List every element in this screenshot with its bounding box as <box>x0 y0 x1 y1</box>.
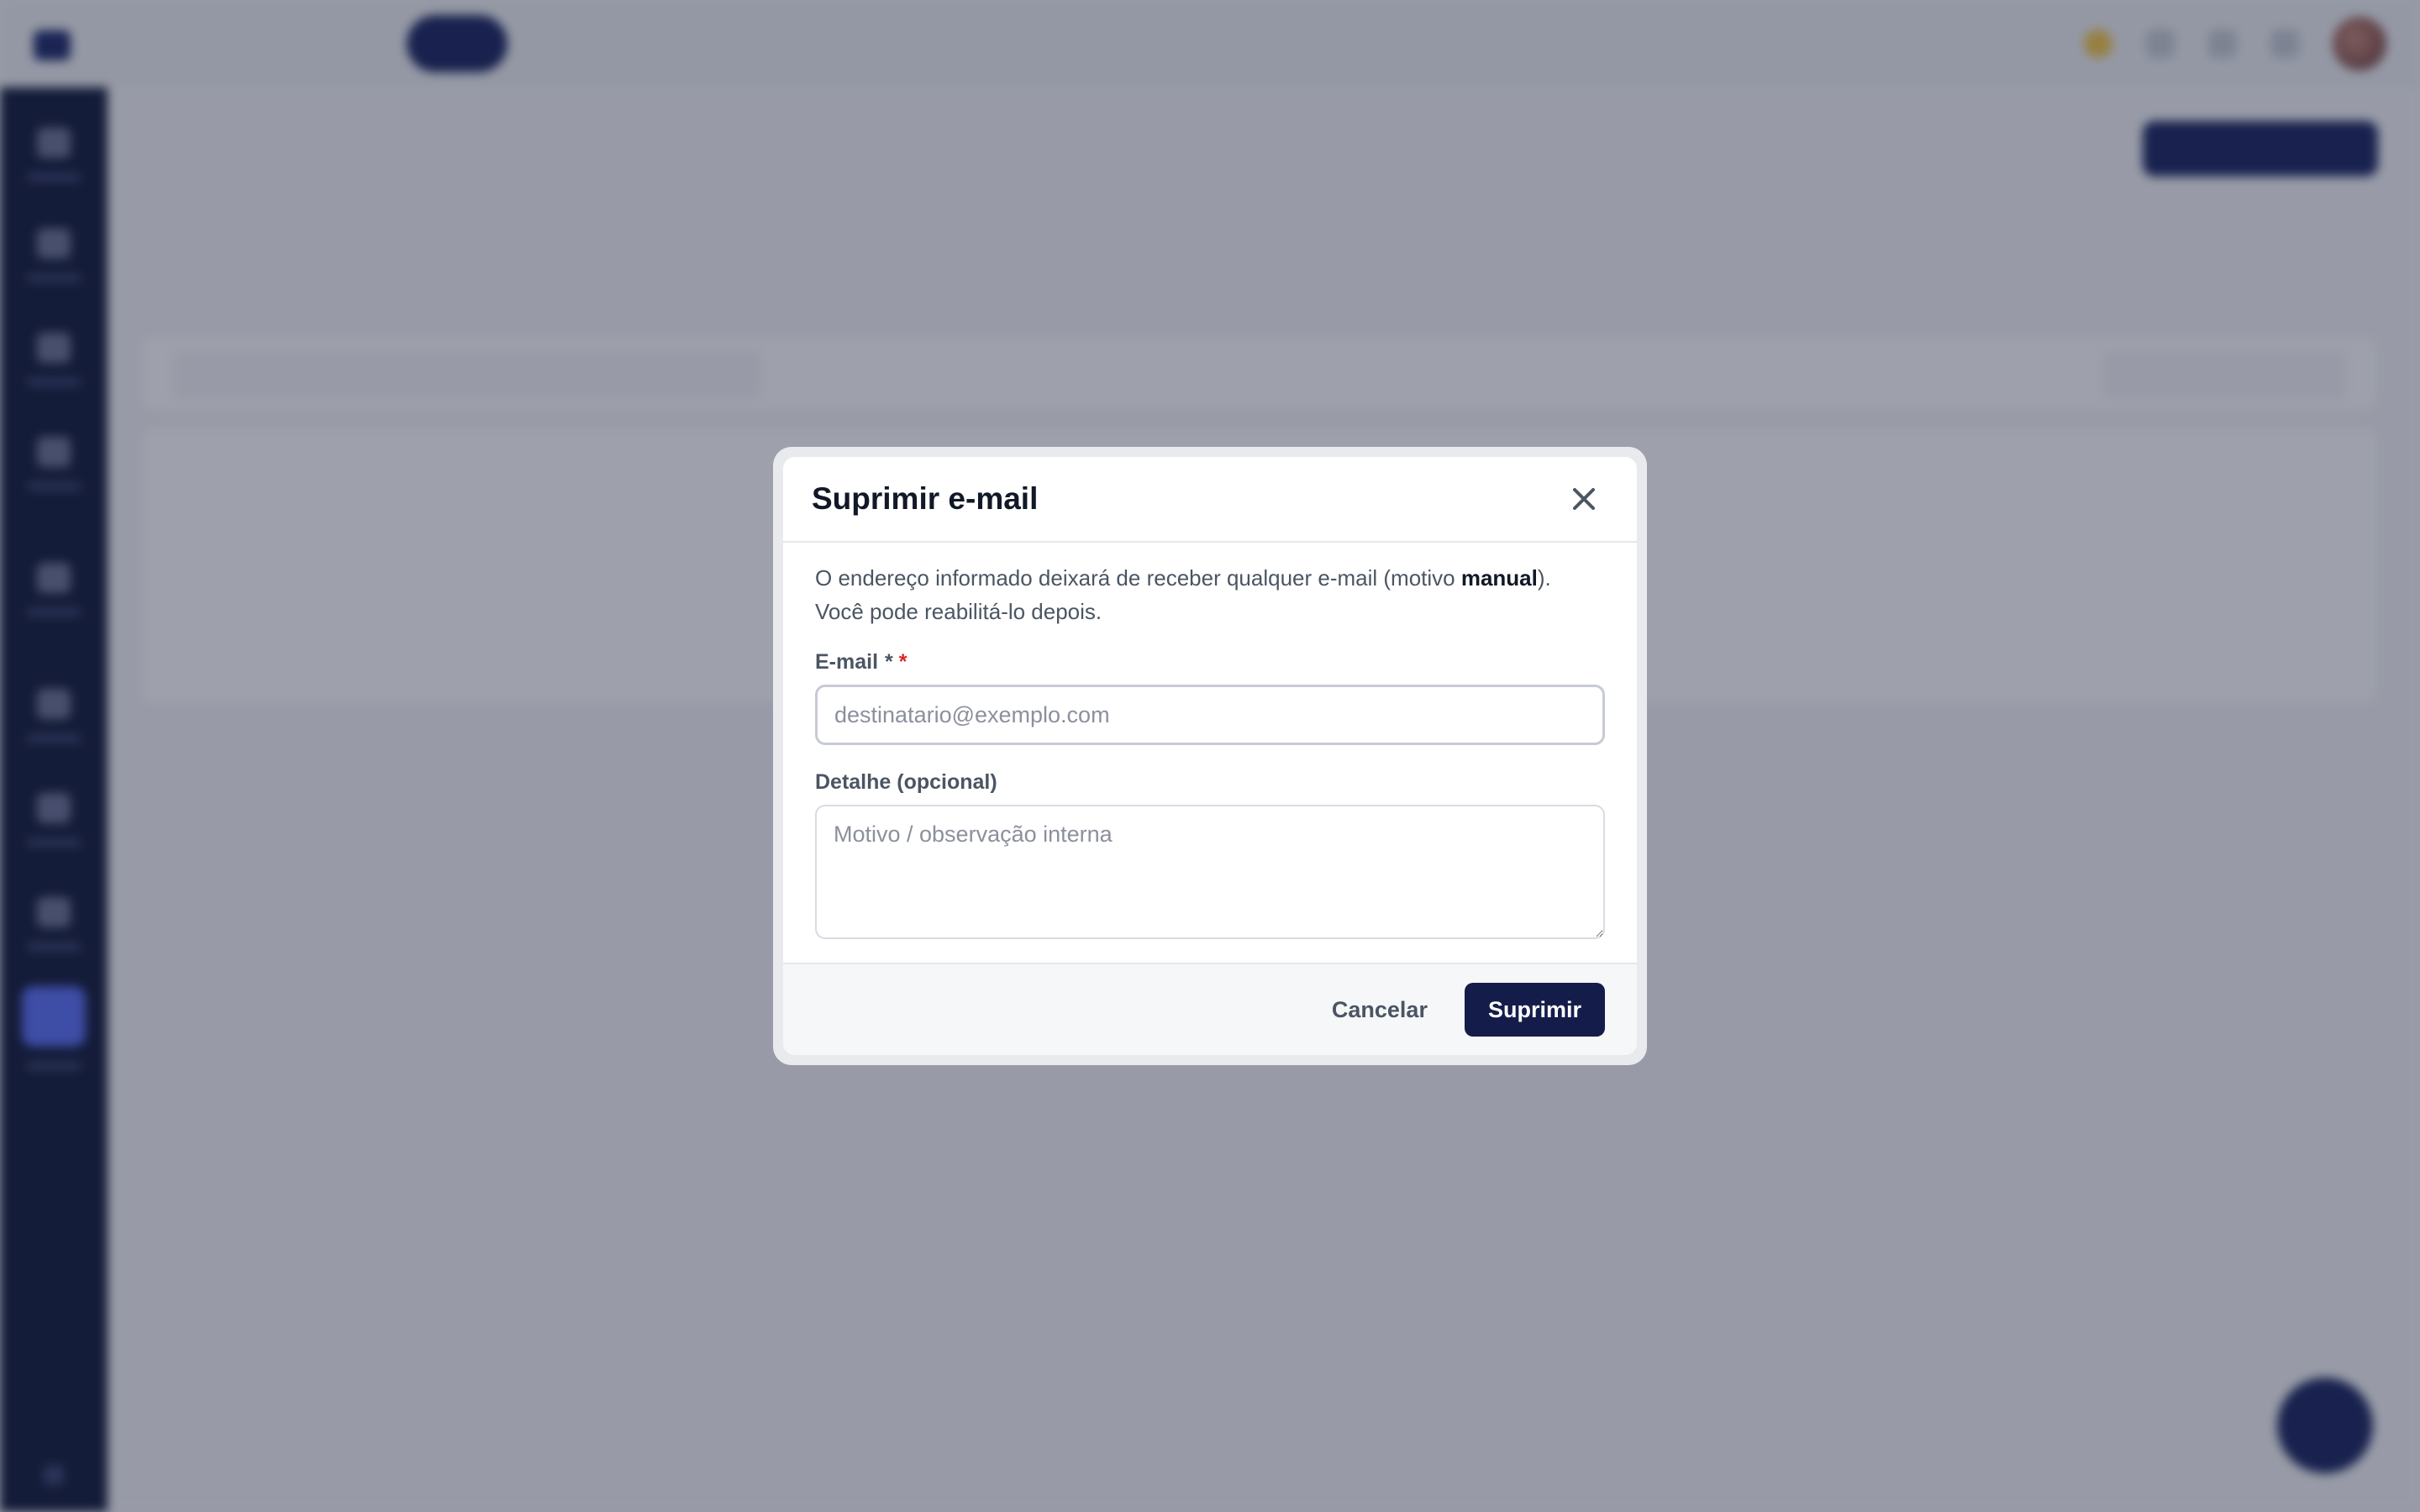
reason-text: manual <box>1460 565 1538 591</box>
suppress-button[interactable]: Suprimir <box>1464 983 1605 1037</box>
modal-frame: Suprimir e-mail O endereço informado dei… <box>773 447 1647 1065</box>
email-input[interactable] <box>815 685 1605 745</box>
modal-description: O endereço informado deixará de receber … <box>815 565 1551 624</box>
required-mark-red: * <box>898 650 908 674</box>
modal-title: Suprimir e-mail <box>812 481 1039 516</box>
close-icon <box>1573 488 1595 510</box>
required-mark: * <box>885 650 893 674</box>
suppress-email-dialog: Suprimir e-mail O endereço informado dei… <box>783 457 1637 1055</box>
detail-label: Detalhe (opcional) <box>815 770 997 794</box>
email-label: E-mail * * <box>815 650 908 674</box>
cancel-button[interactable]: Cancelar <box>1332 997 1428 1023</box>
modal-body: O endereço informado deixará de receber … <box>783 543 1637 943</box>
close-button[interactable] <box>1561 476 1607 522</box>
detail-textarea[interactable] <box>815 805 1605 939</box>
modal-header: Suprimir e-mail <box>783 457 1637 543</box>
modal-footer: Cancelar Suprimir <box>783 963 1637 1055</box>
